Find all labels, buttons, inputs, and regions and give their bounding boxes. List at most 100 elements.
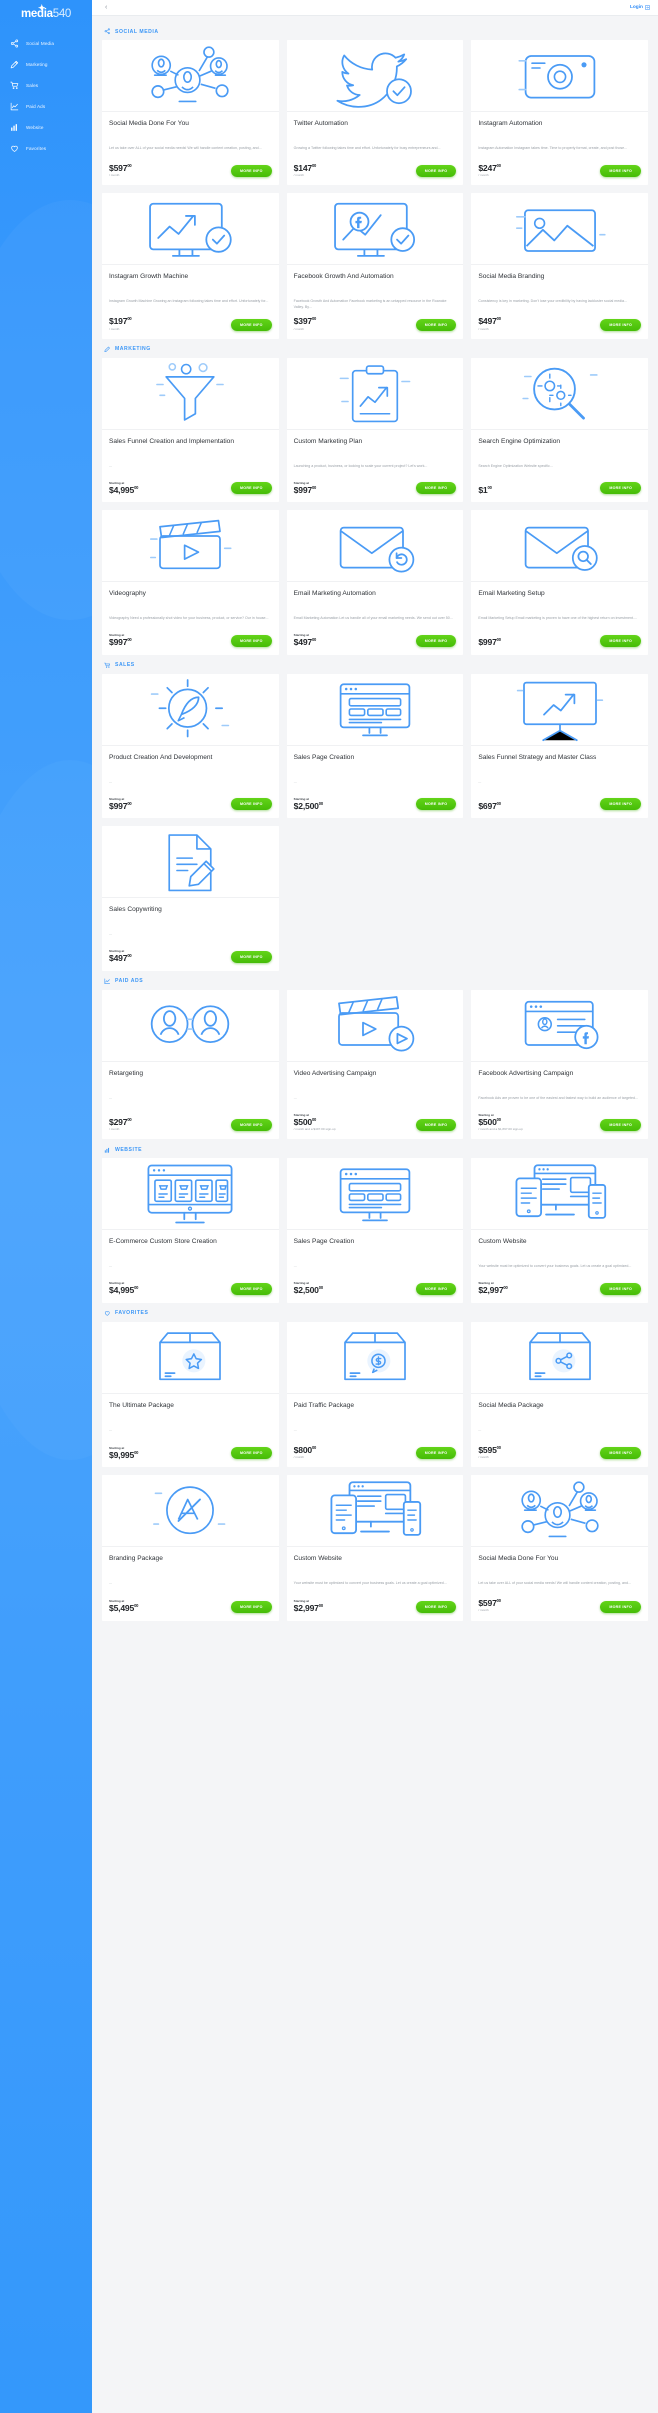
card-illustration <box>286 1158 464 1231</box>
more-info-button[interactable]: MORE INFO <box>415 1282 457 1295</box>
service-card[interactable]: Custom Website Your website must be optim… <box>286 1475 464 1621</box>
service-card[interactable]: E-Commerce Custom Store Creation... Start… <box>102 1158 279 1303</box>
service-card[interactable]: Facebook Advertising Campaign Facebook Ad… <box>471 989 648 1140</box>
card-description: ... <box>293 1427 297 1432</box>
chart-line-icon <box>104 978 111 985</box>
section-marketing: MARKETING Sales Funnel Creation and Imple… <box>102 346 648 655</box>
service-card[interactable]: Sales Funnel Strategy and Master Class..… <box>471 673 648 819</box>
card-title: Videography <box>109 590 146 598</box>
sidebar-item-favorites[interactable]: Favorites <box>0 138 92 159</box>
sidebar-item-website[interactable]: Website <box>0 117 92 138</box>
service-card[interactable]: Retargeting... $29700/ month MORE INFO <box>102 989 279 1140</box>
chevron-left-icon[interactable]: ‹ <box>102 2 110 13</box>
service-card[interactable]: Sales Page Creation... Starting at $2,5000… <box>286 1158 464 1303</box>
price-amount: $197 <box>109 316 128 327</box>
service-card[interactable]: Sales Page Creation... Starting at $2,5000… <box>286 673 464 819</box>
price-block: $29700/ month <box>109 1117 132 1131</box>
sidebar-item-paid-ads[interactable]: Paid Ads <box>0 96 92 117</box>
price-block: Starting at $2,99700 <box>478 1281 507 1294</box>
more-info-button[interactable]: MORE INFO <box>231 634 272 647</box>
sidebar: ✦ media540 Social Media Marketing Sales Pai… <box>0 0 92 2413</box>
price-cents: 00 <box>496 1598 501 1604</box>
more-info-button[interactable]: MORE INFO <box>415 165 457 178</box>
price-suffix: / month and a $1,897.00 sign-up <box>478 1126 523 1131</box>
price-block: Starting at $99700 <box>294 481 317 494</box>
card-footer: $24700/ month MORE INFO <box>478 164 641 178</box>
service-card[interactable]: Custom Website Your website must be optim… <box>471 1158 648 1303</box>
login-button[interactable]: Login <box>630 5 650 10</box>
card-description: Email Marketing Setup Email marketing is… <box>478 616 637 621</box>
sidebar-item-sales[interactable]: Sales <box>0 75 92 96</box>
price-suffix: / month <box>293 1454 304 1459</box>
sidebar-item-social-media[interactable]: Social Media <box>0 33 92 54</box>
price-block: Starting at $2,50000 <box>294 797 323 810</box>
card-footer: $59700/ month MORE INFO <box>478 1598 641 1613</box>
more-info-button[interactable]: MORE INFO <box>415 1600 457 1613</box>
more-info-button[interactable]: MORE INFO <box>231 798 272 811</box>
service-card[interactable]: Social Media Package... $59500/ month MORE… <box>471 1321 648 1468</box>
more-info-button[interactable]: MORE INFO <box>231 165 272 178</box>
section-header: WEBSITE <box>104 1146 648 1153</box>
more-info-button[interactable]: MORE INFO <box>600 482 641 495</box>
more-info-button[interactable]: MORE INFO <box>600 1119 641 1132</box>
more-info-button[interactable]: MORE INFO <box>231 1600 272 1613</box>
more-info-button[interactable]: MORE INFO <box>415 798 457 811</box>
more-info-button[interactable]: MORE INFO <box>231 482 272 495</box>
service-card[interactable]: Search Engine Optimization Search Engine … <box>471 357 648 503</box>
brand-logo[interactable]: ✦ media540 <box>0 0 92 27</box>
more-info-button[interactable]: MORE INFO <box>415 482 457 495</box>
magnifier-gear-icon <box>509 358 611 430</box>
card-illustration <box>286 1321 464 1394</box>
service-card[interactable]: Sales Copywriting... Starting at $49700 MOR… <box>102 826 279 971</box>
service-card[interactable]: Videography Videography Need a profession… <box>102 510 279 655</box>
more-info-button[interactable]: MORE INFO <box>231 950 272 963</box>
price-block: Starting at $4,99500 <box>109 481 138 494</box>
card-title: Custom Website <box>293 1555 342 1563</box>
more-info-button[interactable]: MORE INFO <box>600 798 641 811</box>
sidebar-item-marketing[interactable]: Marketing <box>0 54 92 75</box>
pencil-icon <box>104 346 111 353</box>
service-card[interactable]: The Ultimate Package... Starting at $9,995… <box>102 1321 279 1468</box>
more-info-button[interactable]: MORE INFO <box>415 634 457 647</box>
more-info-button[interactable]: MORE INFO <box>600 1600 641 1613</box>
card-body: Search Engine Optimization Search Engine … <box>471 430 648 502</box>
service-card[interactable]: Social Media Done For You Let us take ove… <box>471 1475 648 1621</box>
service-card[interactable]: Paid Traffic Package... $80000/ month MORE… <box>286 1321 464 1468</box>
sidebar-item-label: Paid Ads <box>26 104 46 109</box>
service-card[interactable]: Instagram Automation Instagram Automation… <box>471 40 648 186</box>
service-card[interactable]: Social Media Branding Consistency is key … <box>471 193 648 339</box>
card-footer: $29700/ month MORE INFO <box>109 1117 272 1132</box>
more-info-button[interactable]: MORE INFO <box>600 634 641 647</box>
service-card[interactable]: Video Advertising Campaign... Starting at… <box>286 989 464 1140</box>
sidebar-item-label: Sales <box>26 83 39 88</box>
more-info-button[interactable]: MORE INFO <box>600 1447 641 1460</box>
card-description: ... <box>109 1427 112 1432</box>
more-info-button[interactable]: MORE INFO <box>231 1447 272 1460</box>
service-card[interactable]: Email Marketing Automation Email Marketin… <box>286 510 464 655</box>
card-illustration <box>471 989 648 1062</box>
more-info-button[interactable]: MORE INFO <box>231 1282 272 1295</box>
service-card[interactable]: Facebook Growth And Automation Facebook G… <box>286 193 464 339</box>
card-body: Sales Page Creation... Starting at $2,5000… <box>287 1230 464 1302</box>
service-card[interactable]: Custom Marketing Plan Launching a product… <box>286 357 464 503</box>
service-card[interactable]: Email Marketing Setup Email Marketing Set… <box>471 510 648 655</box>
service-card[interactable]: Branding Package... Starting at $5,49500 MO… <box>102 1475 279 1621</box>
more-info-button[interactable]: MORE INFO <box>231 318 272 331</box>
more-info-button[interactable]: MORE INFO <box>415 1447 457 1460</box>
card-body: Instagram Automation Instagram Automation… <box>471 112 648 185</box>
price-amount: $397 <box>293 316 313 327</box>
more-info-button[interactable]: MORE INFO <box>415 1119 457 1132</box>
service-card[interactable]: Product Creation And Development... Start… <box>102 673 279 819</box>
card-body: Custom Marketing Plan Launching a product… <box>287 430 464 502</box>
service-card[interactable]: Sales Funnel Creation and Implementation… <box>102 357 279 503</box>
more-info-button[interactable]: MORE INFO <box>231 1119 272 1132</box>
bar-chart-icon <box>104 1146 111 1153</box>
more-info-button[interactable]: MORE INFO <box>415 318 457 331</box>
more-info-button[interactable]: MORE INFO <box>600 318 641 331</box>
service-card[interactable]: Instagram Growth Machine Instagram Growth… <box>102 193 279 339</box>
service-card[interactable]: Social Media Done For You Let us take ove… <box>102 40 279 186</box>
card-illustration <box>102 673 279 746</box>
more-info-button[interactable]: MORE INFO <box>600 1282 641 1295</box>
more-info-button[interactable]: MORE INFO <box>600 165 641 178</box>
service-card[interactable]: Twitter Automation Growing a Twitter foll… <box>286 40 464 186</box>
